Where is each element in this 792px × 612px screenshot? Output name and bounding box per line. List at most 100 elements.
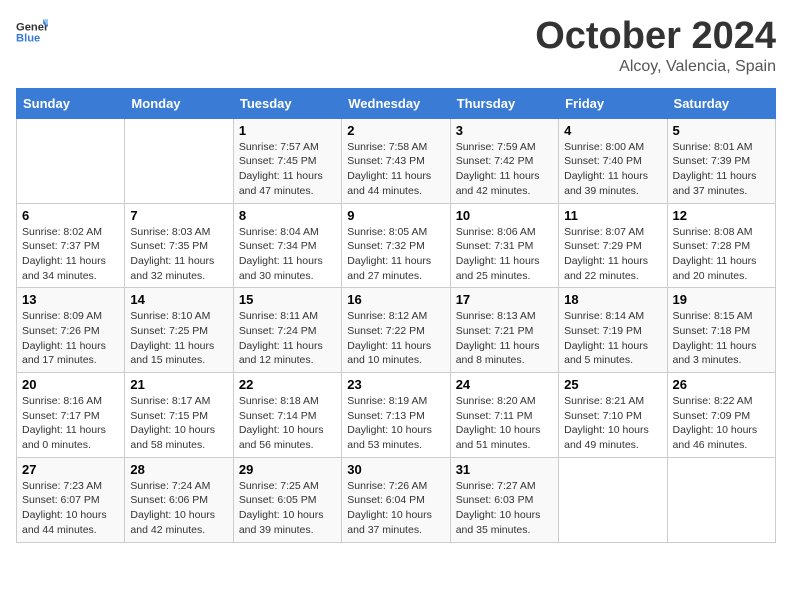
calendar-cell: 17 Sunrise: 8:13 AMSunset: 7:21 PMDayligh…: [450, 288, 558, 373]
day-number: 8: [239, 208, 336, 223]
day-number: 1: [239, 123, 336, 138]
calendar-cell: 13 Sunrise: 8:09 AMSunset: 7:26 PMDayligh…: [17, 288, 125, 373]
calendar-week-row: 20 Sunrise: 8:16 AMSunset: 7:17 PMDayligh…: [17, 373, 776, 458]
calendar-cell: 2 Sunrise: 7:58 AMSunset: 7:43 PMDaylight…: [342, 118, 450, 203]
calendar-cell: 21 Sunrise: 8:17 AMSunset: 7:15 PMDayligh…: [125, 373, 233, 458]
day-number: 20: [22, 377, 119, 392]
day-info: Sunrise: 7:26 AMSunset: 6:04 PMDaylight:…: [347, 479, 444, 538]
day-number: 6: [22, 208, 119, 223]
calendar-cell: 10 Sunrise: 8:06 AMSunset: 7:31 PMDayligh…: [450, 203, 558, 288]
calendar-cell: [559, 457, 667, 542]
calendar-cell: 19 Sunrise: 8:15 AMSunset: 7:18 PMDayligh…: [667, 288, 775, 373]
calendar-cell: 16Sunrise: 8:12 AMSunset: 7:22 PMDayligh…: [342, 288, 450, 373]
day-info: Sunrise: 8:14 AMSunset: 7:19 PMDaylight:…: [564, 309, 661, 368]
day-number: 31: [456, 462, 553, 477]
day-info: Sunrise: 7:59 AMSunset: 7:42 PMDaylight:…: [456, 140, 553, 199]
day-info: Sunrise: 7:58 AMSunset: 7:43 PMDaylight:…: [347, 140, 444, 199]
day-info: Sunrise: 7:24 AMSunset: 6:06 PMDaylight:…: [130, 479, 227, 538]
day-info: Sunrise: 8:10 AMSunset: 7:25 PMDaylight:…: [130, 309, 227, 368]
day-info: Sunrise: 8:20 AMSunset: 7:11 PMDaylight:…: [456, 394, 553, 453]
title-area: October 2024 Alcoy, Valencia, Spain: [535, 16, 776, 76]
calendar-cell: 11 Sunrise: 8:07 AMSunset: 7:29 PMDayligh…: [559, 203, 667, 288]
day-info: Sunrise: 8:13 AMSunset: 7:21 PMDaylight:…: [456, 309, 553, 368]
calendar-cell: 9Sunrise: 8:05 AMSunset: 7:32 PMDaylight…: [342, 203, 450, 288]
day-info: Sunrise: 8:01 AMSunset: 7:39 PMDaylight:…: [673, 140, 770, 199]
logo: General Blue: [16, 16, 48, 48]
calendar-cell: 6Sunrise: 8:02 AMSunset: 7:37 PMDaylight…: [17, 203, 125, 288]
logo-svg: General Blue: [16, 16, 48, 48]
day-number: 14: [130, 292, 227, 307]
day-info: Sunrise: 8:07 AMSunset: 7:29 PMDaylight:…: [564, 225, 661, 284]
calendar-cell: 18 Sunrise: 8:14 AMSunset: 7:19 PMDayligh…: [559, 288, 667, 373]
day-number: 12: [673, 208, 770, 223]
day-info: Sunrise: 8:09 AMSunset: 7:26 PMDaylight:…: [22, 309, 119, 368]
day-number: 25: [564, 377, 661, 392]
calendar-table: SundayMondayTuesdayWednesdayThursdayFrid…: [16, 88, 776, 543]
page-subtitle: Alcoy, Valencia, Spain: [535, 58, 776, 76]
calendar-cell: 25 Sunrise: 8:21 AMSunset: 7:10 PMDayligh…: [559, 373, 667, 458]
day-info: Sunrise: 8:16 AMSunset: 7:17 PMDaylight:…: [22, 394, 119, 453]
day-info: Sunrise: 7:27 AMSunset: 6:03 PMDaylight:…: [456, 479, 553, 538]
day-info: Sunrise: 7:57 AMSunset: 7:45 PMDaylight:…: [239, 140, 336, 199]
calendar-week-row: 13 Sunrise: 8:09 AMSunset: 7:26 PMDayligh…: [17, 288, 776, 373]
day-info: Sunrise: 8:21 AMSunset: 7:10 PMDaylight:…: [564, 394, 661, 453]
weekday-header-monday: Monday: [125, 88, 233, 118]
weekday-header-sunday: Sunday: [17, 88, 125, 118]
calendar-cell: 27 Sunrise: 7:23 AMSunset: 6:07 PMDayligh…: [17, 457, 125, 542]
day-number: 26: [673, 377, 770, 392]
day-number: 11: [564, 208, 661, 223]
day-number: 15: [239, 292, 336, 307]
calendar-cell: 29 Sunrise: 7:25 AMSunset: 6:05 PMDayligh…: [233, 457, 341, 542]
day-number: 29: [239, 462, 336, 477]
calendar-cell: 30Sunrise: 7:26 AMSunset: 6:04 PMDayligh…: [342, 457, 450, 542]
day-info: Sunrise: 8:04 AMSunset: 7:34 PMDaylight:…: [239, 225, 336, 284]
calendar-cell: 12 Sunrise: 8:08 AMSunset: 7:28 PMDayligh…: [667, 203, 775, 288]
day-number: 18: [564, 292, 661, 307]
day-number: 13: [22, 292, 119, 307]
day-info: Sunrise: 7:23 AMSunset: 6:07 PMDaylight:…: [22, 479, 119, 538]
day-info: Sunrise: 8:05 AMSunset: 7:32 PMDaylight:…: [347, 225, 444, 284]
day-number: 2: [347, 123, 444, 138]
day-number: 19: [673, 292, 770, 307]
day-info: Sunrise: 7:25 AMSunset: 6:05 PMDaylight:…: [239, 479, 336, 538]
day-number: 21: [130, 377, 227, 392]
calendar-cell: 7 Sunrise: 8:03 AMSunset: 7:35 PMDaylight…: [125, 203, 233, 288]
calendar-cell: [17, 118, 125, 203]
weekday-header-row: SundayMondayTuesdayWednesdayThursdayFrid…: [17, 88, 776, 118]
calendar-cell: 20 Sunrise: 8:16 AMSunset: 7:17 PMDayligh…: [17, 373, 125, 458]
calendar-cell: 31 Sunrise: 7:27 AMSunset: 6:03 PMDayligh…: [450, 457, 558, 542]
day-number: 7: [130, 208, 227, 223]
day-number: 3: [456, 123, 553, 138]
day-number: 4: [564, 123, 661, 138]
day-info: Sunrise: 8:08 AMSunset: 7:28 PMDaylight:…: [673, 225, 770, 284]
calendar-week-row: 1 Sunrise: 7:57 AMSunset: 7:45 PMDaylight…: [17, 118, 776, 203]
day-info: Sunrise: 8:06 AMSunset: 7:31 PMDaylight:…: [456, 225, 553, 284]
day-number: 28: [130, 462, 227, 477]
svg-text:Blue: Blue: [16, 33, 40, 45]
day-info: Sunrise: 8:00 AMSunset: 7:40 PMDaylight:…: [564, 140, 661, 199]
calendar-cell: 24 Sunrise: 8:20 AMSunset: 7:11 PMDayligh…: [450, 373, 558, 458]
calendar-week-row: 6Sunrise: 8:02 AMSunset: 7:37 PMDaylight…: [17, 203, 776, 288]
day-info: Sunrise: 8:17 AMSunset: 7:15 PMDaylight:…: [130, 394, 227, 453]
calendar-cell: 8 Sunrise: 8:04 AMSunset: 7:34 PMDaylight…: [233, 203, 341, 288]
calendar-cell: 5 Sunrise: 8:01 AMSunset: 7:39 PMDaylight…: [667, 118, 775, 203]
calendar-week-row: 27 Sunrise: 7:23 AMSunset: 6:07 PMDayligh…: [17, 457, 776, 542]
day-number: 24: [456, 377, 553, 392]
header: General Blue October 2024 Alcoy, Valenci…: [16, 16, 776, 76]
day-number: 16: [347, 292, 444, 307]
calendar-cell: 28 Sunrise: 7:24 AMSunset: 6:06 PMDayligh…: [125, 457, 233, 542]
day-number: 10: [456, 208, 553, 223]
day-number: 27: [22, 462, 119, 477]
weekday-header-wednesday: Wednesday: [342, 88, 450, 118]
weekday-header-saturday: Saturday: [667, 88, 775, 118]
day-info: Sunrise: 8:03 AMSunset: 7:35 PMDaylight:…: [130, 225, 227, 284]
calendar-cell: [667, 457, 775, 542]
day-info: Sunrise: 8:15 AMSunset: 7:18 PMDaylight:…: [673, 309, 770, 368]
day-number: 5: [673, 123, 770, 138]
day-number: 17: [456, 292, 553, 307]
calendar-cell: 1 Sunrise: 7:57 AMSunset: 7:45 PMDaylight…: [233, 118, 341, 203]
calendar-cell: 14 Sunrise: 8:10 AMSunset: 7:25 PMDayligh…: [125, 288, 233, 373]
weekday-header-thursday: Thursday: [450, 88, 558, 118]
day-number: 23: [347, 377, 444, 392]
calendar-cell: 23Sunrise: 8:19 AMSunset: 7:13 PMDayligh…: [342, 373, 450, 458]
